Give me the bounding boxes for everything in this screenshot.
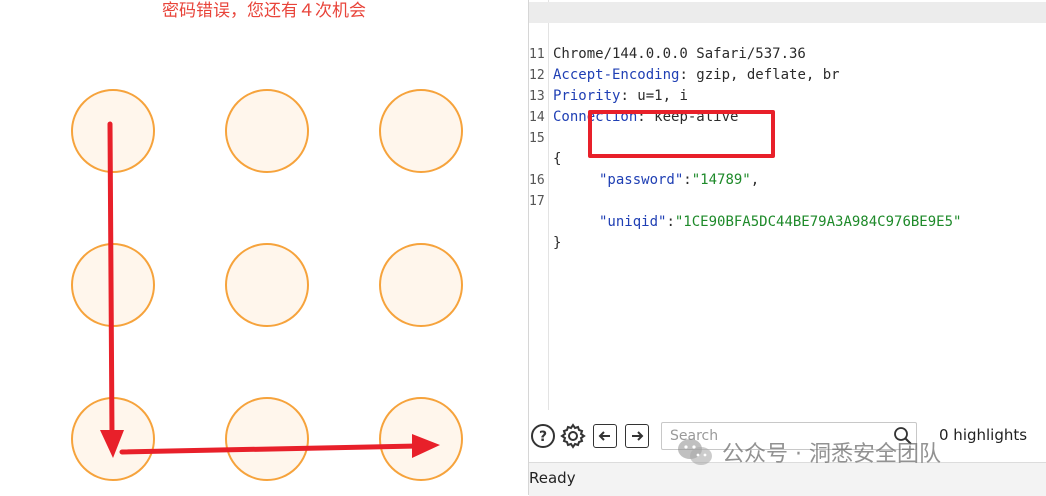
watermark-text: 公众号 · 洞悉安全团队 [722, 442, 941, 467]
arrow-left-icon[interactable] [593, 424, 617, 448]
code-line: 13 Connection: keep-alive [529, 65, 1046, 125]
watermark: 公众号 · 洞悉安全团队 [676, 436, 941, 468]
highlights-count: 0 highlights [939, 426, 1028, 444]
pattern-annotation-arrows [100, 121, 440, 458]
status-text: Ready [529, 469, 576, 487]
wechat-icon [678, 439, 712, 465]
password-highlight-box [588, 110, 775, 158]
pattern-lock-panel: 密码错误，您还有４次机会 [0, 0, 528, 495]
arrow-right-line [119, 443, 421, 455]
code-line: } [529, 191, 1046, 251]
code-text: } [553, 235, 562, 251]
arrow-right-head [412, 434, 440, 458]
code-line: 17 "uniqid":"1CE90BFA5DC44BE79A3A984C976… [529, 170, 1046, 230]
code-line: 14 [529, 86, 1046, 125]
code-line: Chrome/144.0.0.0 Safari/537.36 [529, 2, 1046, 62]
svg-text:?: ? [539, 429, 547, 445]
arrow-down-line [107, 121, 115, 439]
json-value: "1CE90BFA5DC44BE79A3A984C976BE9E5" [674, 214, 962, 230]
code-line: 11 Accept-Encoding: gzip, deflate, br [529, 23, 1046, 83]
code-line: 12 Priority: u=1, i [529, 44, 1046, 104]
help-circle-icon[interactable]: ? [530, 423, 556, 453]
json-key: "uniqid" [599, 214, 667, 230]
arrow-right-icon[interactable] [625, 424, 649, 448]
gear-icon[interactable] [560, 423, 586, 453]
